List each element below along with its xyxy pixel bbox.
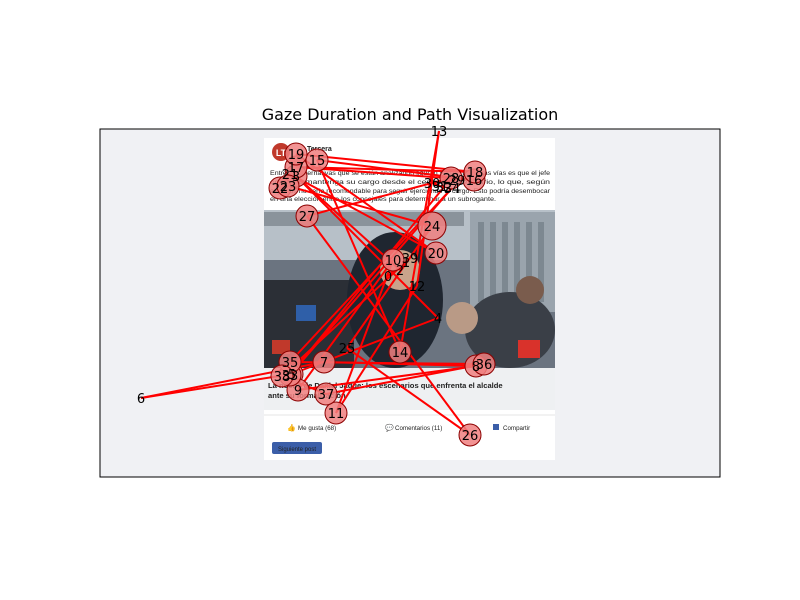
chart-title: Gaze Duration and Path Visualization — [262, 105, 559, 124]
like-label[interactable]: Me gusta (68) — [298, 425, 336, 432]
fixation-label: 23 — [280, 180, 297, 195]
fixation-label: 14 — [392, 346, 409, 361]
fixation-label: 6 — [137, 392, 145, 407]
fixation-label: 24 — [424, 220, 441, 235]
fixation-label: 27 — [299, 210, 316, 225]
next-post-button[interactable]: Siguiente post — [272, 442, 322, 454]
fixation-label: 38 — [274, 370, 291, 385]
comments-label[interactable]: Comentarios (11) — [395, 425, 442, 432]
like-action[interactable]: 👍 Me gusta (68) — [287, 423, 336, 432]
share-icon — [493, 424, 499, 430]
share-label[interactable]: Compartir — [503, 425, 530, 432]
post-body-line-4: en una elección entre los concejales par… — [270, 196, 496, 203]
fixation-label: 0 — [384, 270, 392, 285]
photo-microphone-2 — [518, 340, 540, 358]
photo-right-head — [446, 302, 478, 334]
fixation-label: 34 — [444, 182, 461, 197]
gaze-chart: Gaze Duration and Path Visualization LT … — [99, 105, 721, 478]
next-post-button-label[interactable]: Siguiente post — [278, 447, 316, 453]
fixation-label: 7 — [320, 356, 328, 371]
fixation-label: 12 — [409, 280, 426, 295]
fixation-label: 35 — [282, 356, 299, 371]
thumbs-up-icon: 👍 — [287, 423, 296, 432]
fixation-label: 19 — [288, 148, 305, 163]
fixation-label: 25 — [339, 342, 356, 357]
fixation-label: 9 — [294, 384, 302, 399]
fixation-label: 39 — [402, 252, 419, 267]
fixation-label: 18 — [467, 166, 484, 181]
fixation-label: 20 — [428, 247, 445, 262]
fixation-label: 15 — [309, 154, 326, 169]
comments-action[interactable]: 💬 Comentarios (11) — [385, 423, 442, 432]
fixation-label: 11 — [328, 407, 345, 422]
fixation-label: 26 — [462, 429, 479, 444]
fixation-label: 4 — [434, 312, 442, 327]
photo-far-right-head — [516, 276, 544, 304]
fixation-label: 36 — [476, 358, 493, 373]
fixation-label: 37 — [318, 388, 335, 403]
fixation-label: 10 — [385, 254, 402, 269]
comment-icon: 💬 — [385, 423, 394, 432]
fixation-label: 13 — [431, 125, 448, 140]
photo-microphone-3 — [296, 305, 316, 321]
